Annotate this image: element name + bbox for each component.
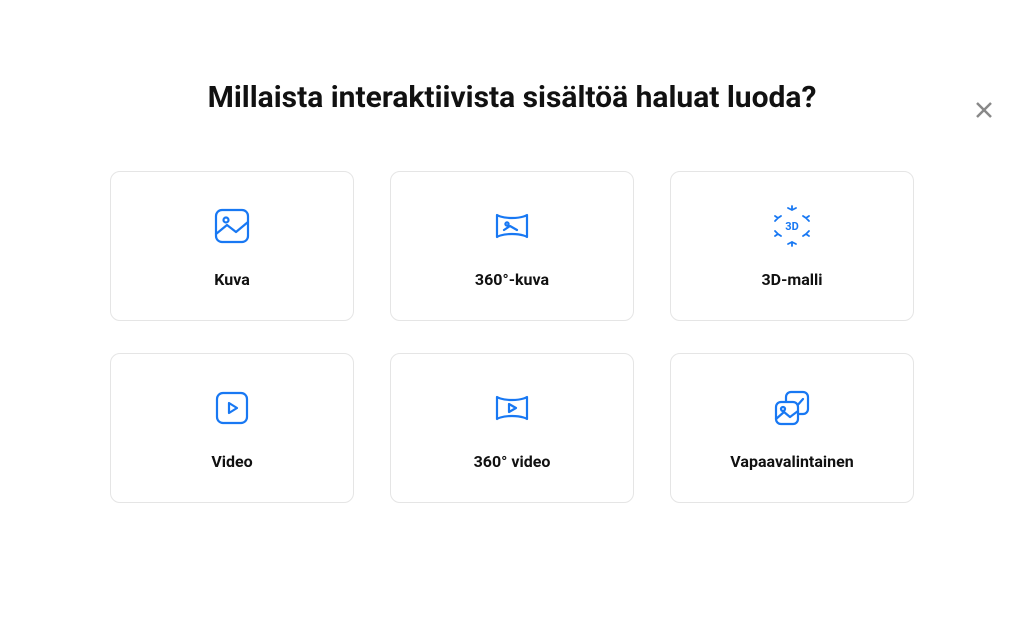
card-label: Vapaavalintainen bbox=[730, 452, 853, 471]
card-label: 360° video bbox=[474, 452, 551, 471]
card-360-image[interactable]: 360°-kuva bbox=[390, 171, 634, 321]
page-title: Millaista interaktiivista sisältöä halua… bbox=[0, 80, 1024, 115]
card-label: 360°-kuva bbox=[475, 270, 549, 289]
card-3d-model[interactable]: 3D 3D-malli bbox=[670, 171, 914, 321]
panorama-icon bbox=[490, 204, 534, 248]
close-button[interactable] bbox=[972, 100, 996, 124]
video-icon bbox=[210, 386, 254, 430]
custom-media-icon bbox=[770, 386, 814, 430]
card-video[interactable]: Video bbox=[110, 353, 354, 503]
card-image[interactable]: Kuva bbox=[110, 171, 354, 321]
card-360-video[interactable]: 360° video bbox=[390, 353, 634, 503]
card-label: Kuva bbox=[214, 270, 250, 289]
card-label: Video bbox=[211, 452, 252, 471]
3d-icon: 3D bbox=[770, 204, 814, 248]
panorama-video-icon bbox=[490, 386, 534, 430]
card-custom[interactable]: Vapaavalintainen bbox=[670, 353, 914, 503]
image-icon bbox=[210, 204, 254, 248]
card-label: 3D-malli bbox=[761, 270, 822, 289]
close-icon bbox=[974, 100, 994, 124]
content-type-grid: Kuva 360°-kuva 3D 3D-malli bbox=[110, 171, 914, 503]
svg-text:3D: 3D bbox=[785, 220, 798, 233]
